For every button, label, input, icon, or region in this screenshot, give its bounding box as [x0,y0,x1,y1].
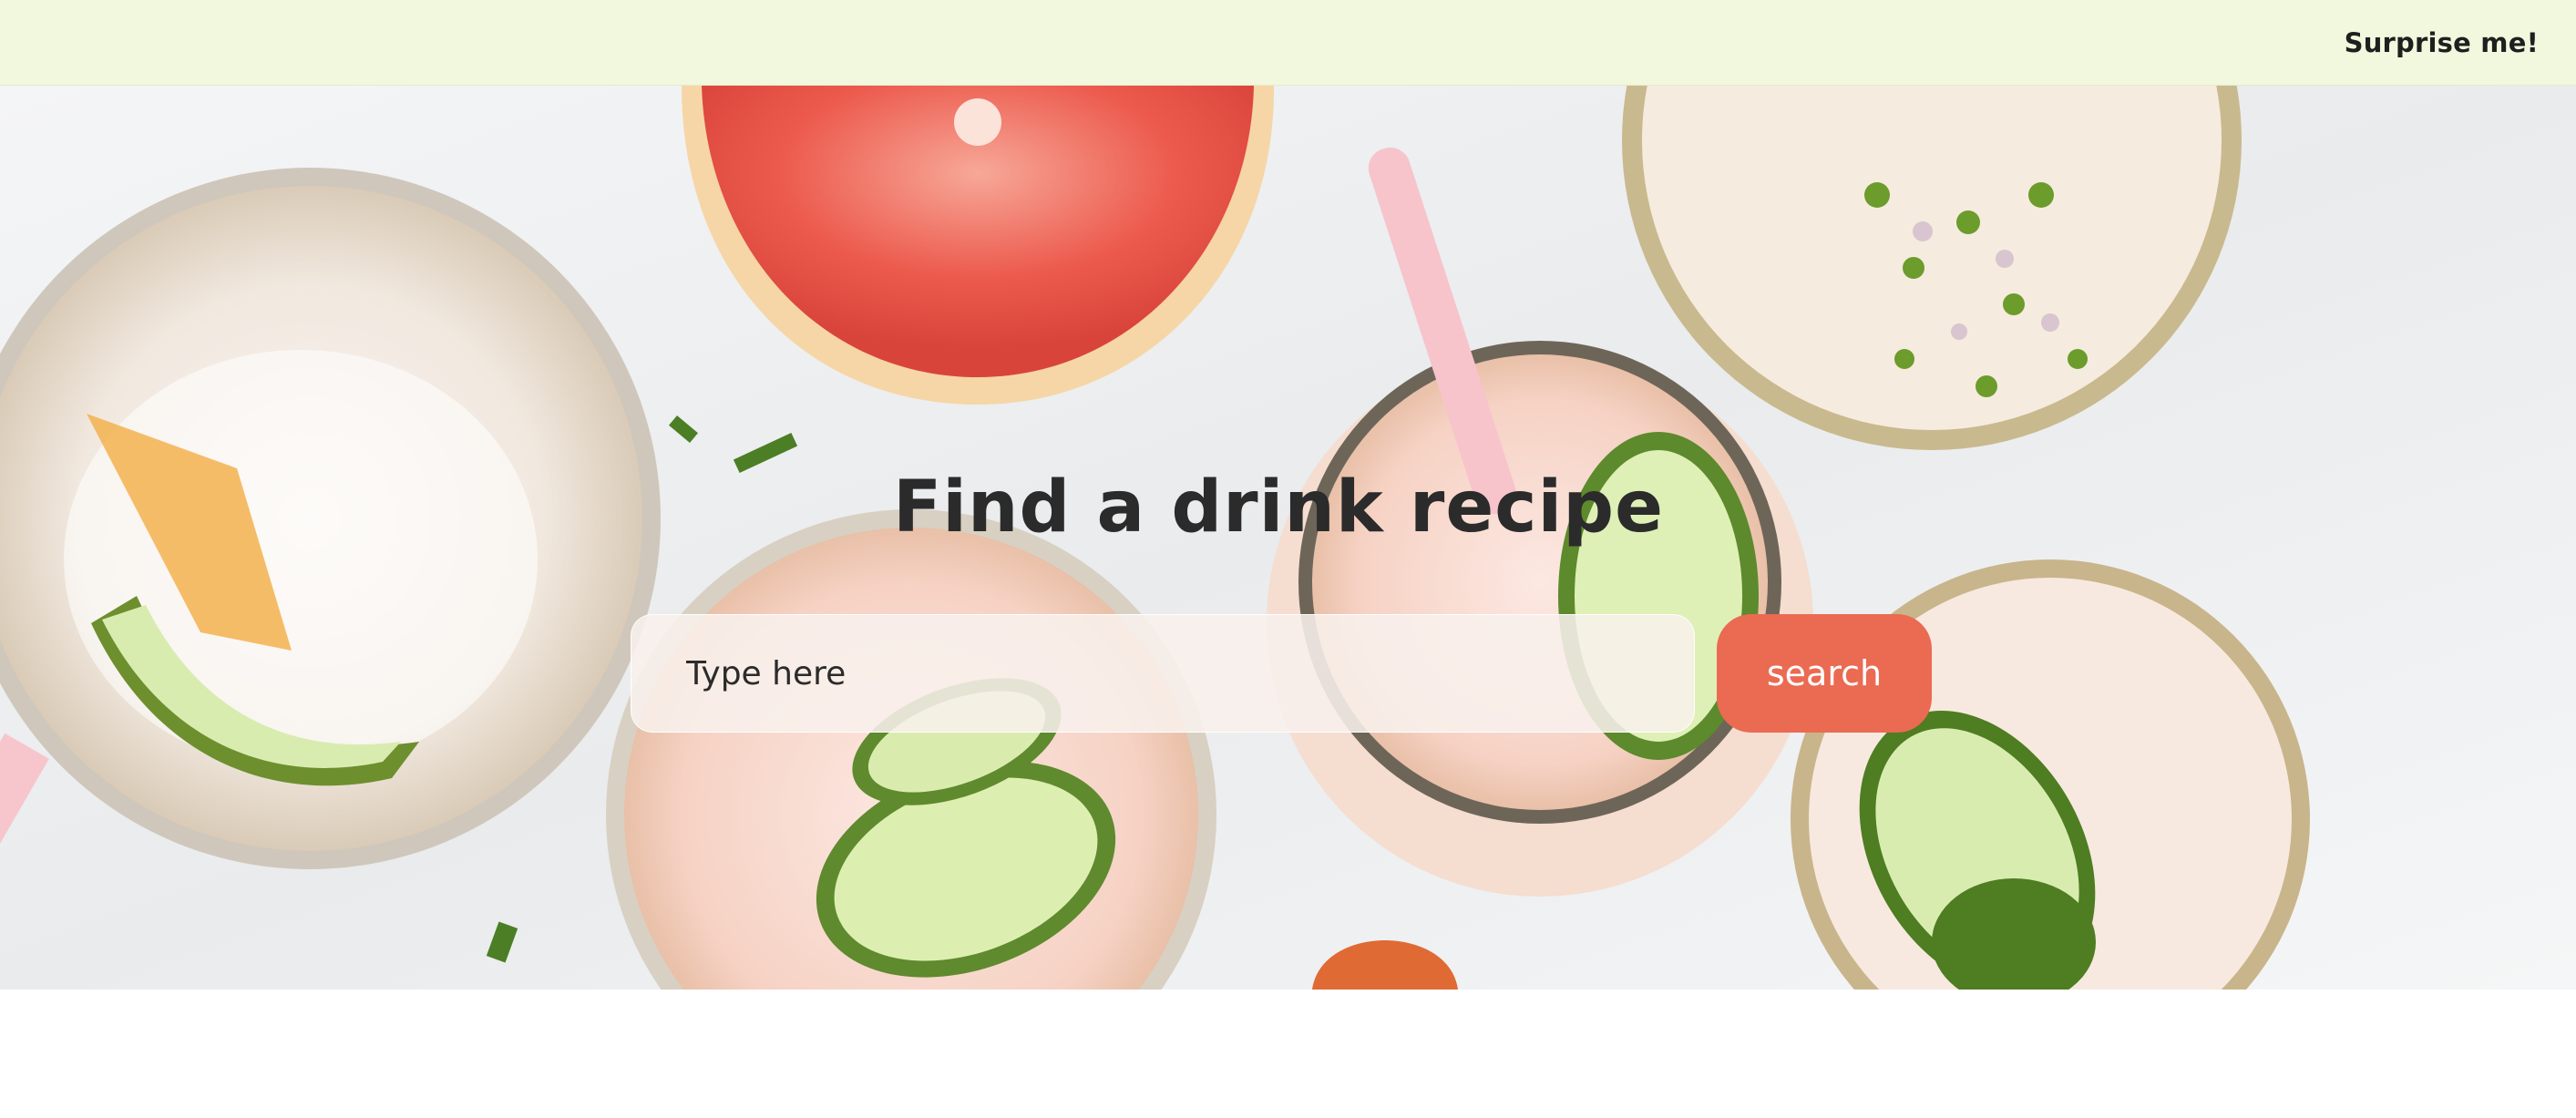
hero-section: Find a drink recipe search [0,86,2576,990]
hero-title: Find a drink recipe [893,467,1664,549]
top-navbar: Surprise me! [0,0,2576,86]
search-button[interactable]: search [1717,614,1932,733]
search-input[interactable] [631,614,1695,733]
surprise-me-link[interactable]: Surprise me! [2345,27,2539,58]
